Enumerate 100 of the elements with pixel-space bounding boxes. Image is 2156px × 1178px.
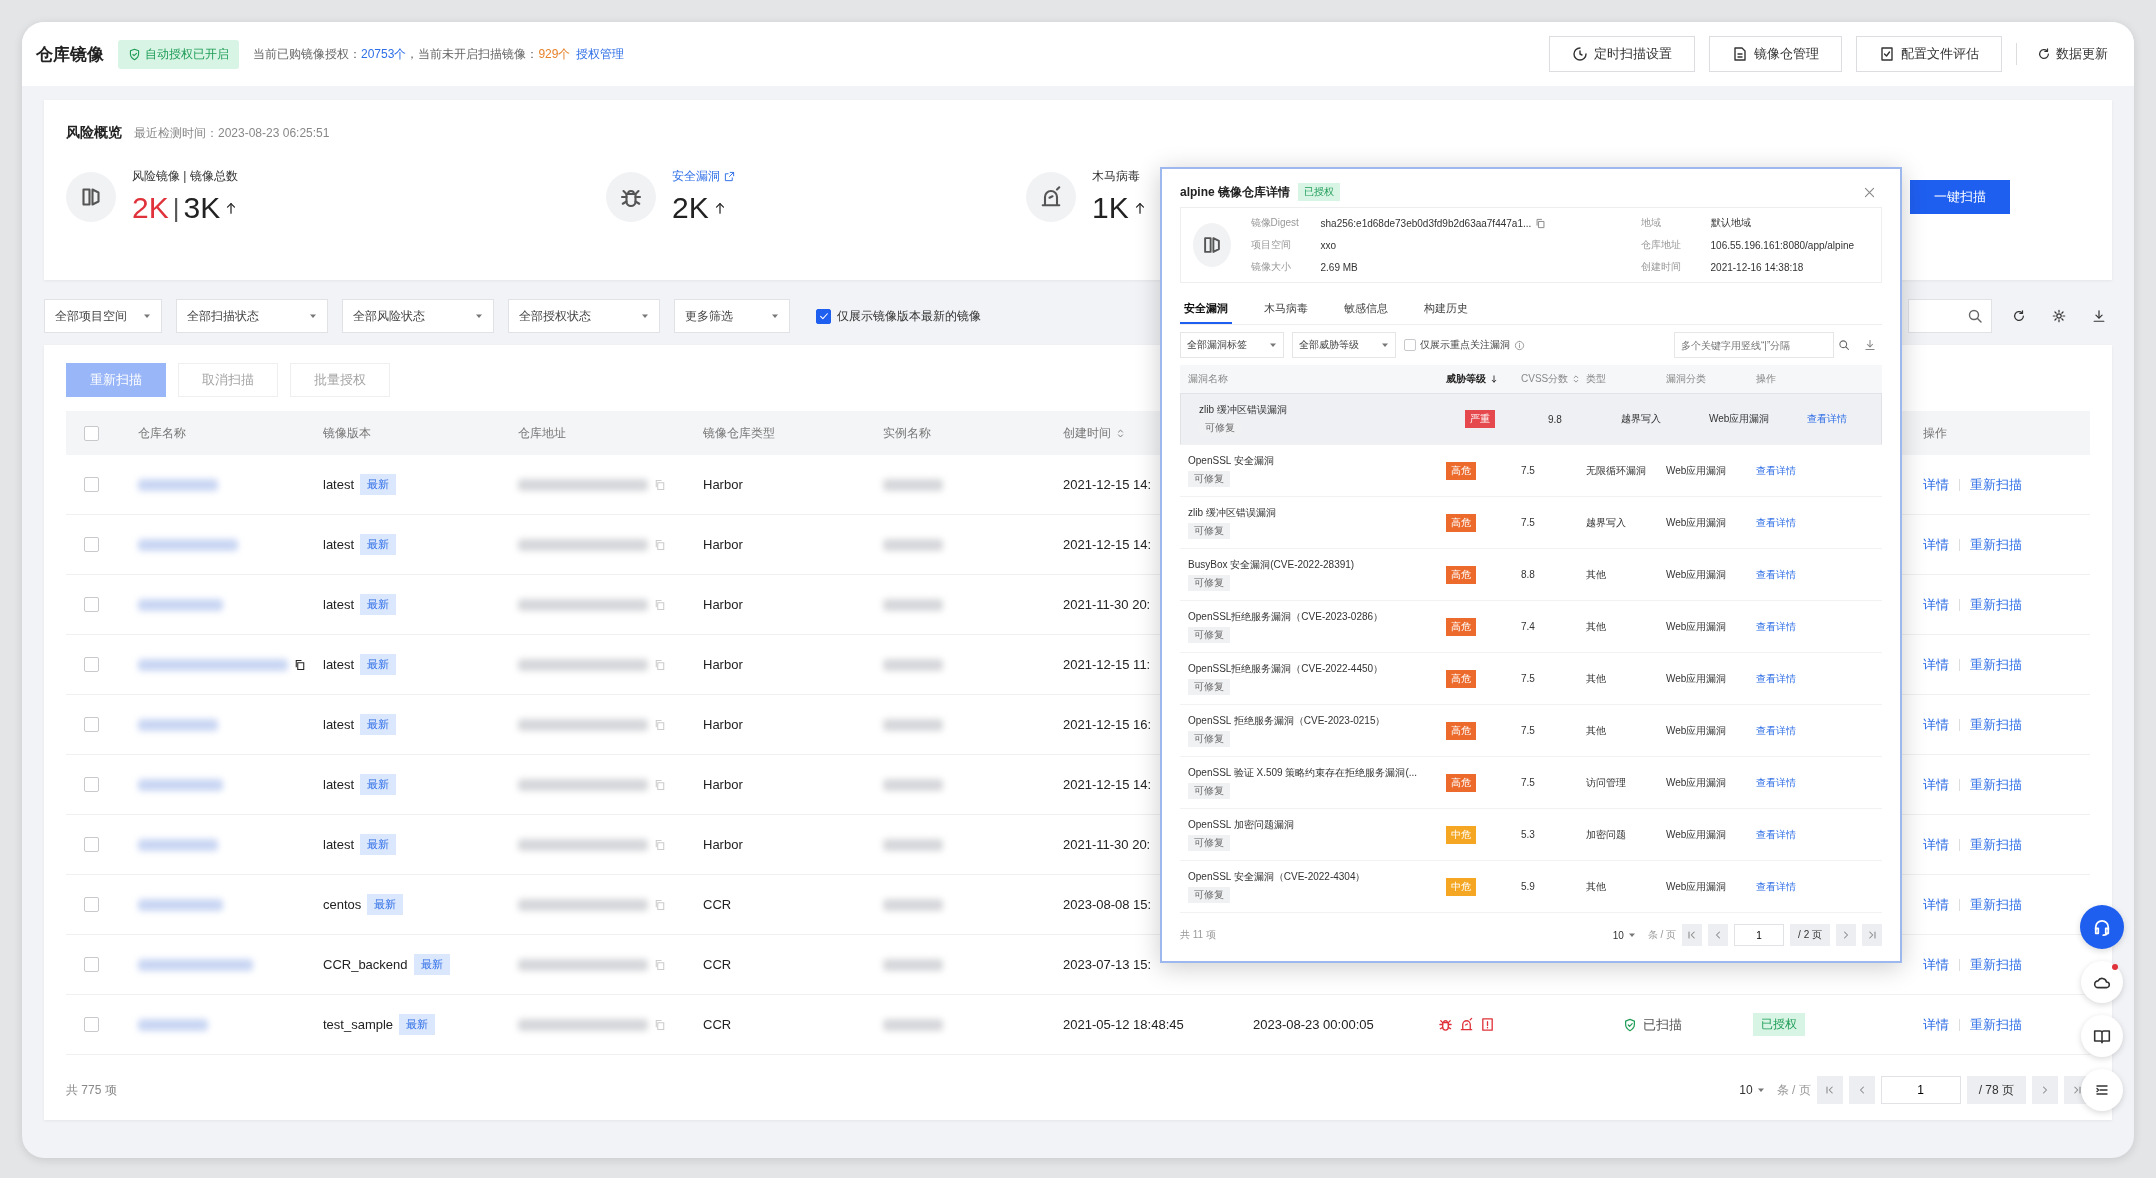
view-details-link[interactable]: 查看详情 <box>1756 828 1796 840</box>
row-action-link[interactable]: 详情 <box>1923 595 1949 614</box>
row-checkbox[interactable] <box>84 537 99 552</box>
row-action-link[interactable]: 重新扫描 <box>1970 955 2022 974</box>
vulnerability-row[interactable]: BusyBox 安全漏洞(CVE-2022-28391) 可修复 高危 8.8 其他 Web应用漏洞 查看详情 <box>1180 549 1882 601</box>
redacted-repo-name[interactable] <box>138 538 238 551</box>
row-action-link[interactable]: 详情 <box>1923 715 1949 734</box>
view-details-link[interactable]: 查看详情 <box>1807 413 1847 424</box>
page-size-select[interactable]: 10 <box>1606 928 1642 942</box>
filter-select[interactable]: 全部风险状态 <box>342 299 494 333</box>
filter-select[interactable]: 全部扫描状态 <box>176 299 328 333</box>
row-action-link[interactable]: 重新扫描 <box>1970 1015 2022 1034</box>
filter-select[interactable]: 更多筛选 <box>674 299 790 333</box>
page-input[interactable]: 1 <box>1880 1076 1961 1104</box>
vulnerability-row[interactable]: OpenSSL 安全漏洞（CVE-2022-4304） 可修复 中危 5.9 其他 Web应用漏洞 查看详情 <box>1180 861 1882 913</box>
first-page-button[interactable] <box>1682 924 1703 946</box>
page-size-select[interactable]: 10 <box>1733 1082 1771 1098</box>
view-details-link[interactable]: 查看详情 <box>1756 776 1796 788</box>
row-checkbox[interactable] <box>84 657 99 672</box>
search-field[interactable] <box>1908 299 1992 333</box>
checkbox[interactable] <box>816 308 831 324</box>
row-action-link[interactable]: 详情 <box>1923 835 1949 854</box>
view-details-link[interactable]: 查看详情 <box>1756 568 1796 580</box>
tab[interactable]: 安全漏洞 <box>1180 294 1232 324</box>
previous-page-button[interactable] <box>1708 924 1729 946</box>
checkbox[interactable] <box>1404 339 1416 351</box>
redacted-repo-name[interactable] <box>138 898 223 911</box>
view-details-link[interactable]: 查看详情 <box>1756 464 1796 476</box>
next-page-button[interactable] <box>1836 924 1856 946</box>
row-checkbox[interactable] <box>84 897 99 912</box>
refresh-button[interactable]: 数据更新 <box>2031 44 2114 64</box>
redacted-repo-name[interactable] <box>138 838 218 851</box>
scan-all-button[interactable]: 一键扫描 <box>1910 179 2010 214</box>
tab[interactable]: 构建历史 <box>1420 294 1472 324</box>
column-header[interactable]: 威胁等级 <box>1446 372 1499 386</box>
view-details-link[interactable]: 查看详情 <box>1756 620 1796 632</box>
row-checkbox[interactable] <box>84 597 99 612</box>
view-details-link[interactable]: 查看详情 <box>1756 880 1796 892</box>
toolbar-button[interactable]: 配置文件评估 <box>1856 36 2002 72</box>
row-action-link[interactable]: 详情 <box>1923 475 1949 494</box>
row-action-link[interactable]: 详情 <box>1923 955 1949 974</box>
row-action-link[interactable]: 重新扫描 <box>1970 595 2022 614</box>
column-header[interactable]: 创建时间 <box>1063 424 1126 442</box>
row-action-link[interactable]: 重新扫描 <box>1970 715 2022 734</box>
filter-select[interactable]: 全部漏洞标签 <box>1180 332 1284 358</box>
row-checkbox[interactable] <box>84 777 99 792</box>
search-field[interactable]: 多个关键字用竖线“|”分隔 <box>1674 332 1834 358</box>
row-action-link[interactable]: 详情 <box>1923 655 1949 674</box>
view-details-link[interactable]: 查看详情 <box>1756 516 1796 528</box>
vulnerability-row[interactable]: OpenSSL 安全漏洞 可修复 高危 7.5 无限循环漏洞 Web应用漏洞 查看详情 <box>1180 445 1882 497</box>
redacted-repo-name[interactable] <box>138 718 218 731</box>
row-checkbox[interactable] <box>84 837 99 852</box>
row-action-link[interactable]: 重新扫描 <box>1970 775 2022 794</box>
view-details-link[interactable]: 查看详情 <box>1756 724 1796 736</box>
next-page-button[interactable] <box>2032 1076 2058 1104</box>
field-value: 默认地域 <box>1710 216 1751 230</box>
vulnerability-row[interactable]: zlib 缓冲区错误漏洞 可修复 严重 9.8 越界写入 Web应用漏洞 查看详情 <box>1180 393 1882 445</box>
caret-icon <box>143 312 151 320</box>
stat-link[interactable]: 安全漏洞 <box>672 168 735 185</box>
redacted-repo-name[interactable] <box>138 958 253 971</box>
page-input[interactable]: 1 <box>1734 924 1785 946</box>
last-page-button[interactable] <box>1862 924 1882 946</box>
vulnerability-row[interactable]: OpenSSL拒绝服务漏洞（CVE-2022-4450） 可修复 高危 7.5 其他 Web应用漏洞 查看详情 <box>1180 653 1882 705</box>
row-checkbox[interactable] <box>84 957 99 972</box>
previous-page-button[interactable] <box>1848 1076 1875 1104</box>
redacted-repo-name[interactable] <box>138 658 288 671</box>
auth-manage-link[interactable]: 授权管理 <box>576 45 625 63</box>
first-page-button[interactable] <box>1816 1076 1843 1104</box>
redacted-repo-name[interactable] <box>138 598 223 611</box>
redacted-repo-name[interactable] <box>138 1018 208 1031</box>
column-header[interactable]: CVSS分数 <box>1521 372 1582 386</box>
vulnerability-row[interactable]: OpenSSL 加密问题漏洞 可修复 中危 5.3 加密问题 Web应用漏洞 查看详情 <box>1180 809 1882 861</box>
row-action-link[interactable]: 重新扫描 <box>1970 475 2022 494</box>
vulnerability-row[interactable]: zlib 缓冲区错误漏洞 可修复 高危 7.5 越界写入 Web应用漏洞 查看详情 <box>1180 497 1882 549</box>
filter-select[interactable]: 全部项目空间 <box>44 299 162 333</box>
toolbar-button[interactable]: 定时扫描设置 <box>1549 36 1695 72</box>
row-action-link[interactable]: 重新扫描 <box>1970 655 2022 674</box>
row-action-link[interactable]: 重新扫描 <box>1970 895 2022 914</box>
row-checkbox[interactable] <box>84 477 99 492</box>
row-action-link[interactable]: 详情 <box>1923 775 1949 794</box>
select-all-checkbox[interactable] <box>84 425 99 441</box>
vulnerability-row[interactable]: OpenSSL 拒绝服务漏洞（CVE-2023-0215） 可修复 高危 7.5 其他 Web应用漏洞 查看详情 <box>1180 705 1882 757</box>
toolbar-button[interactable]: 镜像仓管理 <box>1709 36 1842 72</box>
copy-icon[interactable] <box>294 658 306 671</box>
redacted-repo-name[interactable] <box>138 478 218 491</box>
row-action-link[interactable]: 详情 <box>1923 535 1949 554</box>
row-checkbox[interactable] <box>84 717 99 732</box>
row-action-link[interactable]: 重新扫描 <box>1970 835 2022 854</box>
filter-select[interactable]: 全部授权状态 <box>508 299 660 333</box>
vulnerability-row[interactable]: OpenSSL拒绝服务漏洞（CVE-2023-0286） 可修复 高危 7.4 其他 Web应用漏洞 查看详情 <box>1180 601 1882 653</box>
row-checkbox[interactable] <box>84 1017 99 1032</box>
vulnerability-row[interactable]: OpenSSL 验证 X.509 策略约束存在拒绝服务漏洞(... 可修复 高危 7.5 访问管理 Web应用漏洞 查看详情 <box>1180 757 1882 809</box>
tab[interactable]: 敏感信息 <box>1340 294 1392 324</box>
filter-select[interactable]: 全部威胁等级 <box>1292 332 1396 358</box>
view-details-link[interactable]: 查看详情 <box>1756 672 1796 684</box>
row-action-link[interactable]: 详情 <box>1923 1015 1949 1034</box>
redacted-repo-name[interactable] <box>138 778 223 791</box>
tab[interactable]: 木马病毒 <box>1260 294 1312 324</box>
row-action-link[interactable]: 详情 <box>1923 895 1949 914</box>
row-action-link[interactable]: 重新扫描 <box>1970 535 2022 554</box>
